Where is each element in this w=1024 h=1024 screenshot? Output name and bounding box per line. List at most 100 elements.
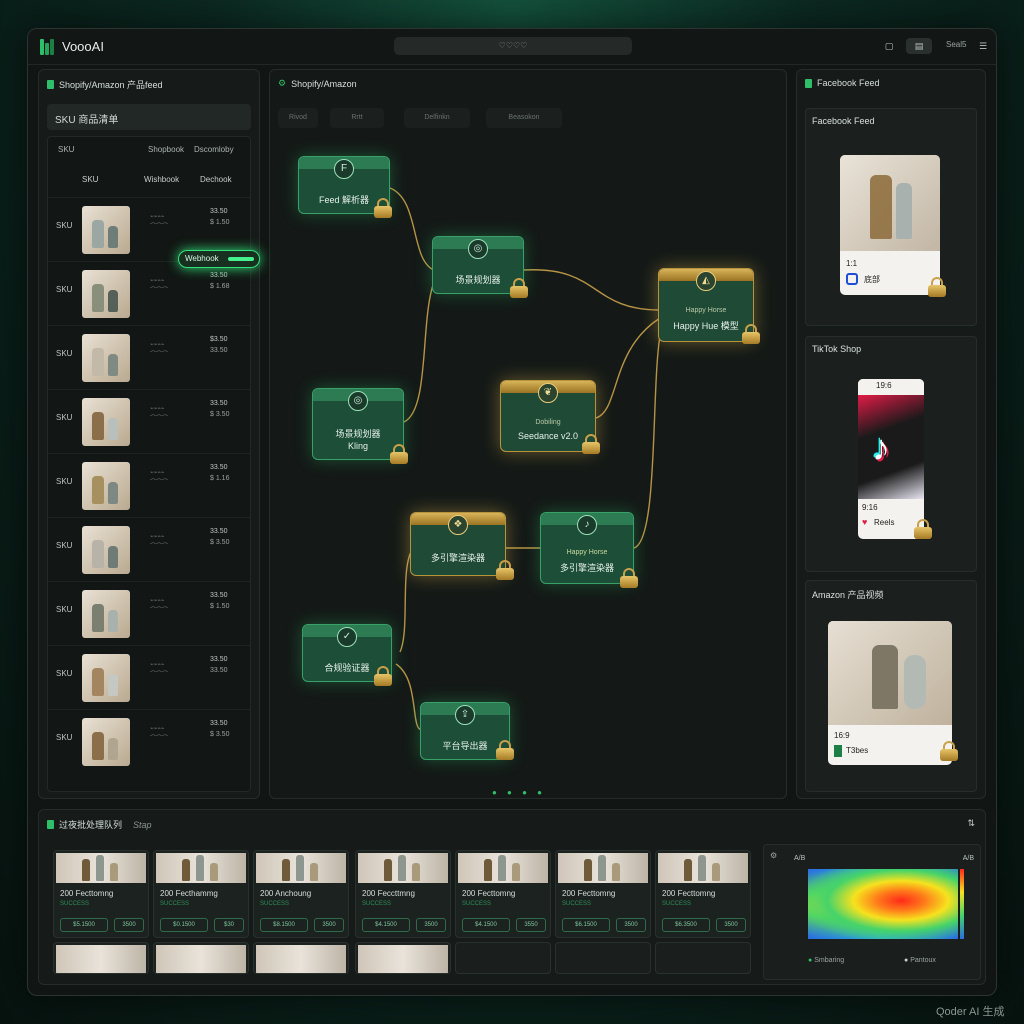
queue-item-title: 200 Fecthammg xyxy=(160,889,218,898)
ab-heatmap-card[interactable]: ⚙ A/B A/B ● Smbaring ● Pantoux xyxy=(763,844,981,980)
tiktok-card[interactable]: TikTok Shop 19:6 ♪ 9:16 ♥ Reels xyxy=(805,336,977,572)
sku-label: SKU xyxy=(56,605,73,614)
lock-icon xyxy=(374,198,392,218)
edge-planner-to-happyhorse xyxy=(523,269,661,311)
tiktok-preview[interactable]: 19:6 ♪ 9:16 ♥ Reels xyxy=(858,379,924,539)
sku-meta-icon: ⌁⌁⌁⌁ ⌒⌒⌒ xyxy=(150,726,169,742)
queue-filter-icon[interactable]: ⇅ xyxy=(967,818,975,829)
exporter-icon: ⇪ xyxy=(455,705,475,725)
title-bar: VoooAI ♡♡♡♡ ▢ ▤ Seal5 ☰ xyxy=(28,29,996,65)
node-scene-planner-2-label-a: 场景规划器 xyxy=(335,429,381,439)
parser-icon: F xyxy=(334,159,354,179)
queue-item-title: 200 Fecttomng xyxy=(662,889,716,898)
top-right-label: Seal5 xyxy=(946,40,967,49)
sku-label: SKU xyxy=(56,221,73,230)
sku-filter-bar[interactable]: SKU 商品清单 xyxy=(47,104,251,130)
queue-item[interactable]: 200 Feccttmng SUCCESS $4.1500 3500 xyxy=(355,850,451,938)
sku-row[interactable]: SKU ⌁⌁⌁⌁ ⌒⌒⌒ 33.50 $ 3.50 xyxy=(48,389,250,453)
planner-icon: ◎ xyxy=(468,239,488,259)
sku-label: SKU xyxy=(56,285,73,294)
preview-title: Facebook Feed xyxy=(817,78,880,88)
queue-item-count: 3500 xyxy=(114,918,144,932)
sku-label: SKU xyxy=(56,477,73,486)
sku-row[interactable]: SKU ⌁⌁⌁⌁ ⌒⌒⌒ 33.50 $ 1.50 xyxy=(48,581,250,645)
window-icon[interactable]: ▢ xyxy=(880,38,898,54)
queue-item[interactable]: 200 Fecttomng SUCCESS $5.1500 3500 xyxy=(53,850,149,938)
queue-thumb[interactable] xyxy=(253,942,349,974)
product-thumbnail xyxy=(82,718,130,766)
col-header-top-2: Shopbook xyxy=(148,145,185,154)
amazon-icon xyxy=(834,745,842,757)
queue-item-thumbnail xyxy=(56,853,146,883)
preview-panel: Facebook Feed Facebook Feed 1:1 底部 TikTo… xyxy=(796,69,986,799)
tiktok-card-title: TikTok Shop xyxy=(812,344,862,354)
queue-empty-slot xyxy=(555,942,651,974)
workflow-canvas[interactable]: ⚙ Shopify/Amazon Rivod Rrtt Delfinkn Bea… xyxy=(269,69,787,799)
product-thumbnail xyxy=(82,334,130,382)
seedance-icon: ❦ xyxy=(538,383,558,403)
queue-empty-slot xyxy=(655,942,751,974)
sku-row[interactable]: SKU ⌁⌁⌁⌁ ⌒⌒⌒ 33.50 $ 1.68 xyxy=(48,261,250,325)
tiktok-icon: ♪ xyxy=(577,515,597,535)
edge-renderer2-to-output xyxy=(633,325,663,549)
lock-icon xyxy=(390,444,408,464)
preview-header: Facebook Feed xyxy=(805,78,880,88)
batch-queue-subtitle: Stap xyxy=(133,819,152,830)
queue-item-cost: $0.1500 xyxy=(160,918,208,932)
queue-thumb[interactable] xyxy=(53,942,149,974)
sku-meta-icon: ⌁⌁⌁⌁ ⌒⌒⌒ xyxy=(150,662,169,678)
sku-price: $3.50 33.50 xyxy=(210,336,228,354)
queue-item-status: SUCCESS xyxy=(260,901,290,907)
node-happy-horse-top[interactable]: ◭ Happy Horse Happy Hue 模型 xyxy=(658,268,754,342)
node-renderer-label: 多引擎渲染器 xyxy=(430,553,485,563)
col-header-top-3: Dscomloby xyxy=(194,145,234,154)
queue-thumb[interactable] xyxy=(355,942,451,974)
preview-icon xyxy=(805,78,812,88)
queue-item[interactable]: 200 Anchoung SUCCESS $8.1500 3500 xyxy=(253,850,349,938)
sku-row[interactable]: SKU ⌁⌁⌁⌁ ⌒⌒⌒ 33.50 $ 3.50 xyxy=(48,709,250,773)
sku-row[interactable]: SKU ⌁⌁⌁⌁ ⌒⌒⌒ 33.50 $ 1.16 xyxy=(48,453,250,517)
queue-item[interactable]: 200 Fecttomng SUCCESS $4.1500 3550 xyxy=(455,850,551,938)
app-logo-icon xyxy=(40,39,56,55)
queue-item-cost: $4.1500 xyxy=(462,918,510,932)
canvas-pager-dots[interactable]: ● ● ● ● xyxy=(492,788,546,797)
product-thumbnail xyxy=(82,526,130,574)
queue-item[interactable]: 200 Fecttomng SUCCESS $6.3500 3500 xyxy=(655,850,751,938)
sku-row[interactable]: SKU ⌁⌁⌁⌁ ⌒⌒⌒ 33.50 $ 3.50 xyxy=(48,517,250,581)
webhook-connector[interactable]: Webhook xyxy=(178,250,260,268)
batch-queue-panel: 过夜批处理队列 Stap ⇅ 200 Fecttomng SUCCESS $5.15… xyxy=(38,809,986,985)
heatmap-legend-b: ● Pantoux xyxy=(904,957,936,964)
queue-item-count: 3550 xyxy=(516,918,546,932)
amazon-card[interactable]: Amazon 产品视频 16:9 T3bes xyxy=(805,580,977,792)
tiktok-top-label: 19:6 xyxy=(858,379,924,395)
node-seedance-label-a: Dobiling xyxy=(535,419,561,426)
queue-item-status: SUCCESS xyxy=(160,901,190,907)
facebook-preview[interactable]: 1:1 底部 xyxy=(840,155,940,295)
sku-price: 33.50 $ 1.50 xyxy=(210,208,230,226)
omnibox[interactable]: ♡♡♡♡ xyxy=(394,37,632,55)
node-multi-engine-renderer[interactable]: ❖ 多引擎渲染器 xyxy=(410,512,506,576)
sku-label: SKU xyxy=(56,349,73,358)
facebook-card[interactable]: Facebook Feed 1:1 底部 xyxy=(805,108,977,326)
sku-table: SKU Shopbook Dscomloby SKU Wishbook Dech… xyxy=(47,136,251,792)
menu-icon[interactable]: ☰ xyxy=(974,38,992,54)
sku-label: SKU xyxy=(56,541,73,550)
sku-price: 33.50 $ 3.50 xyxy=(210,720,230,738)
sku-row[interactable]: SKU ⌁⌁⌁⌁ ⌒⌒⌒ $3.50 33.50 xyxy=(48,325,250,389)
queue-item[interactable]: 200 Fecthammg SUCCESS $0.1500 $30 xyxy=(153,850,249,938)
lock-icon xyxy=(496,560,514,580)
queue-item-count: 3500 xyxy=(716,918,746,932)
queue-item-thumbnail xyxy=(156,853,246,883)
app-title: VoooAI xyxy=(62,39,104,54)
queue-item-thumbnail xyxy=(358,853,448,883)
queue-item-count: 3500 xyxy=(616,918,646,932)
queue-thumb[interactable] xyxy=(153,942,249,974)
queue-item[interactable]: 200 Fecttomng SUCCESS $6.1500 3500 xyxy=(555,850,651,938)
product-thumbnail xyxy=(82,206,130,254)
panel-toggle-icon[interactable]: ▤ xyxy=(906,38,932,54)
lock-icon xyxy=(582,434,600,454)
queue-item-title: 200 Anchoung xyxy=(260,889,312,898)
heatmap-settings-icon[interactable]: ⚙ xyxy=(770,851,777,860)
sku-row[interactable]: SKU ⌁⌁⌁⌁ ⌒⌒⌒ 33.50 33.50 xyxy=(48,645,250,709)
amazon-preview[interactable]: 16:9 T3bes xyxy=(828,621,952,765)
